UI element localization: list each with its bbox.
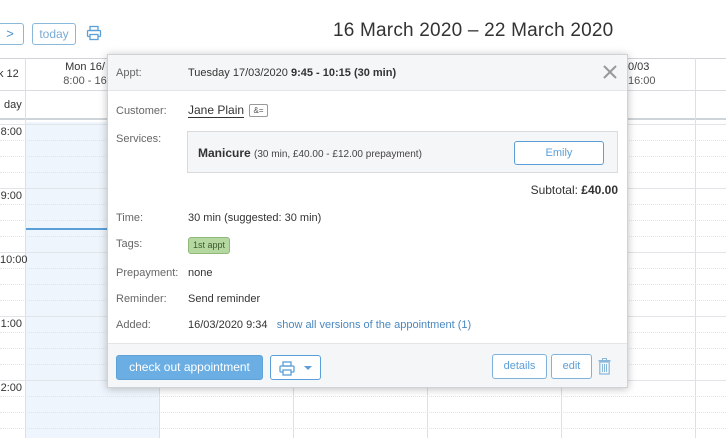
close-icon[interactable]: [601, 63, 619, 81]
time-label: 1:00: [0, 318, 22, 330]
prepayment-label: Prepayment:: [116, 267, 179, 279]
quarter-line: [0, 428, 726, 429]
staff-button[interactable]: Emily: [514, 141, 604, 165]
time-label: 2:00: [0, 382, 22, 394]
service-line: Manicure (30 min, £40.00 - £12.00 prepay…: [198, 146, 422, 160]
grid-column-line: [695, 58, 696, 438]
services-label: Services:: [116, 133, 162, 145]
calendar-toolbar: > today 16 March 2020 – 22 March 2020: [0, 0, 726, 58]
column-header-hours: 8:00 - 16: [63, 75, 107, 87]
print-icon[interactable]: [86, 25, 102, 41]
service-item: Manicure (30 min, £40.00 - £12.00 prepay…: [187, 131, 618, 173]
prev-column-header: k 12: [0, 68, 19, 80]
popup-header: Appt: Tuesday 17/03/2020 9:45 - 10:15 (3…: [108, 55, 627, 91]
all-day-label: day: [4, 99, 22, 111]
appt-time: 9:45 - 10:15 (30 min): [290, 67, 397, 79]
customer-name-link[interactable]: Jane Plain: [188, 103, 245, 118]
time-field-value: 30 min (suggested: 30 min): [188, 212, 322, 224]
column-header-monday[interactable]: Mon 16/ 8:00 - 16: [55, 60, 115, 88]
versions-link[interactable]: show all versions of the appointment (1): [277, 319, 471, 331]
appt-label: Appt:: [116, 67, 142, 79]
details-button[interactable]: details: [492, 354, 547, 379]
reminder-label: Reminder:: [116, 293, 167, 305]
quarter-line: [0, 412, 726, 413]
grid-column-line: [25, 58, 26, 438]
reminder-value: Send reminder: [188, 293, 261, 305]
column-header-day: Mon 16/: [65, 61, 105, 73]
column-header-day: 0/03: [628, 61, 650, 73]
subtotal: Subtotal: £40.00: [531, 183, 618, 197]
column-header-sunday[interactable]: 0/03 16:00: [628, 60, 668, 88]
trash-icon[interactable]: [598, 358, 611, 375]
checkout-button[interactable]: check out appointment: [116, 355, 263, 380]
popup-footer: check out appointment details edit: [108, 343, 627, 387]
customer-label: Customer:: [116, 105, 167, 117]
today-button[interactable]: today: [32, 23, 76, 45]
appointment-popup: Appt: Tuesday 17/03/2020 9:45 - 10:15 (3…: [107, 54, 628, 388]
column-header-hours: 16:00: [628, 75, 656, 87]
time-field-label: Time:: [116, 212, 144, 224]
prepayment-value: none: [188, 267, 213, 279]
subtotal-label: Subtotal:: [530, 183, 578, 197]
tags-label: Tags:: [116, 238, 143, 250]
tag-badge[interactable]: 1st appt: [188, 237, 231, 254]
print-dropdown-button[interactable]: [270, 355, 321, 380]
added-row: 16/03/2020 9:34 show all versions of the…: [188, 319, 471, 331]
contact-card-icon[interactable]: &=: [249, 104, 268, 117]
service-detail: (30 min, £40.00 - £12.00 prepayment): [254, 149, 422, 160]
appt-date: Tuesday 17/03/2020: [188, 67, 288, 79]
added-label: Added:: [116, 319, 151, 331]
print-icon: [279, 361, 295, 376]
time-label: 9:00: [0, 190, 22, 202]
quarter-line: [0, 396, 726, 397]
time-label: 8:00: [0, 126, 22, 138]
next-week-button[interactable]: >: [0, 23, 24, 45]
chevron-down-icon: [304, 366, 312, 370]
subtotal-value: £40.00: [581, 183, 618, 197]
edit-button[interactable]: edit: [551, 354, 592, 379]
date-range-title: 16 March 2020 – 22 March 2020: [333, 20, 614, 41]
added-value: 16/03/2020 9:34: [188, 319, 268, 331]
appt-datetime: Tuesday 17/03/2020 9:45 - 10:15 (30 min): [188, 67, 396, 79]
time-label: 10:00: [0, 254, 28, 266]
service-name: Manicure: [198, 146, 251, 160]
